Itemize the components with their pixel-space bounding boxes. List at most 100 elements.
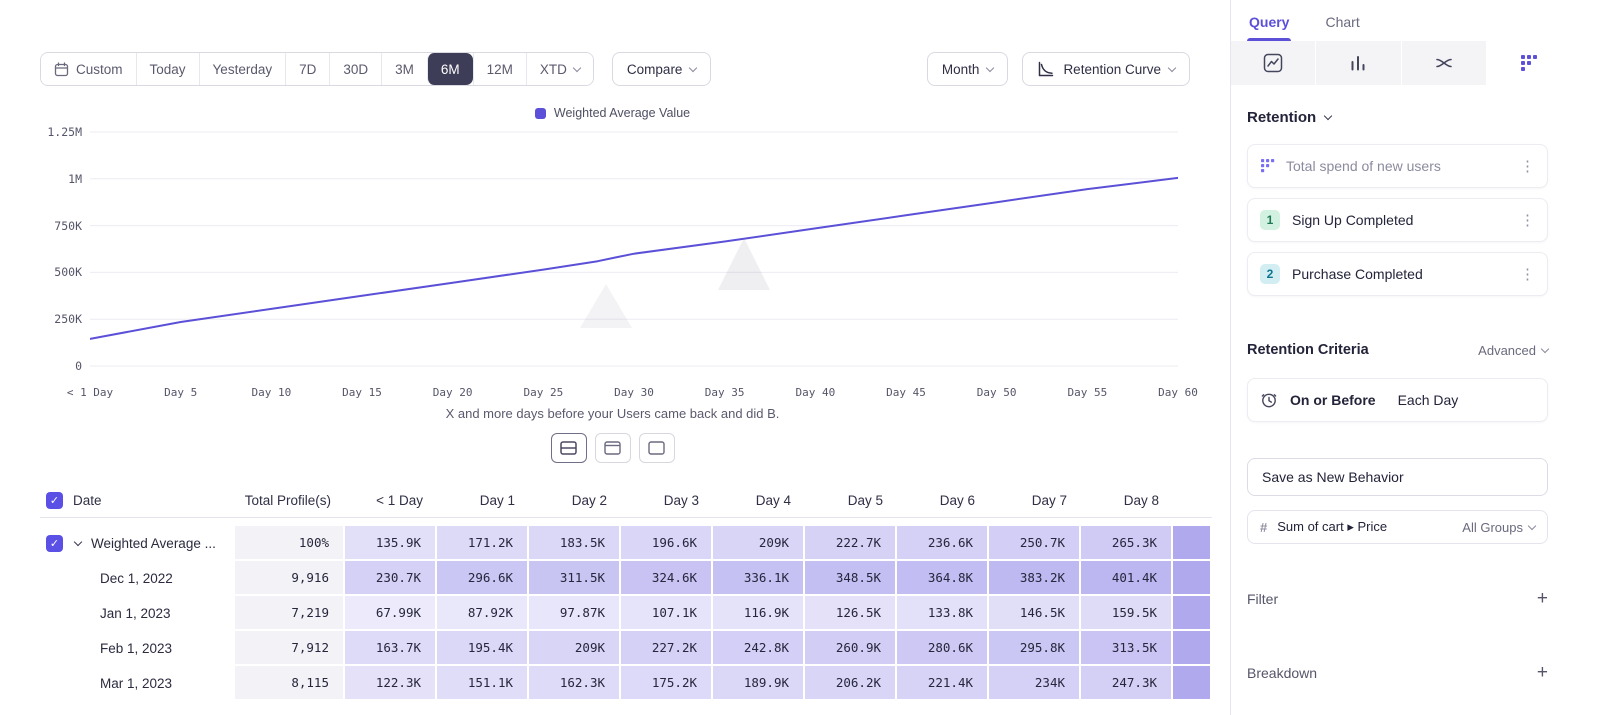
range-button-custom[interactable]: Custom <box>41 53 136 85</box>
criteria-card[interactable]: On or Before Each Day <box>1247 378 1548 422</box>
retention-value-cell[interactable]: 280.6K <box>897 631 989 666</box>
select-all-checkbox[interactable]: ✓ <box>46 492 63 509</box>
retention-value-cell[interactable]: 265.3K <box>1081 526 1173 561</box>
x-axis-labels: < 1 DayDay 5Day 10Day 15Day 20Day 25Day … <box>40 386 1185 404</box>
tab-query[interactable]: Query <box>1249 14 1289 41</box>
retention-value-cell[interactable]: 234K <box>989 666 1081 701</box>
retention-value-cell[interactable]: 401.4K <box>1081 561 1173 596</box>
query-sidebar: Query Chart <box>1230 0 1600 715</box>
kebab-menu-icon[interactable]: ⋮ <box>1520 159 1535 174</box>
retention-value-cell[interactable]: 151.1K <box>437 666 529 701</box>
retention-value-cell[interactable]: 116.9K <box>713 596 805 631</box>
retention-value-cell[interactable]: 230.7K <box>345 561 437 596</box>
retention-value-cell[interactable]: 87.92K <box>437 596 529 631</box>
retention-step-2[interactable]: 2Purchase Completed⋮ <box>1247 252 1548 296</box>
range-button-30d[interactable]: 30D <box>329 53 381 85</box>
chart-type-dropdown[interactable]: Retention Curve <box>1022 52 1190 86</box>
report-type-funnels[interactable] <box>1316 41 1401 85</box>
report-type-retention[interactable] <box>1487 41 1572 85</box>
clock-icon <box>1260 391 1278 409</box>
retention-value-cell[interactable]: 209K <box>529 631 621 666</box>
advanced-toggle[interactable]: Advanced <box>1478 343 1548 358</box>
retention-value-cell[interactable]: 311.5K <box>529 561 621 596</box>
criteria-value: Each Day <box>1398 392 1459 408</box>
retention-value-cell[interactable]: 175.2K <box>621 666 713 701</box>
range-button-today[interactable]: Today <box>136 53 199 85</box>
view-toggle-table-top[interactable] <box>595 433 631 463</box>
retention-value-cell[interactable]: 348.5K <box>805 561 897 596</box>
granularity-label: Month <box>942 62 980 77</box>
range-button-xtd[interactable]: XTD <box>526 53 593 85</box>
retention-value-cell[interactable]: 247.3K <box>1081 666 1173 701</box>
retention-value-cell[interactable]: 260.9K <box>805 631 897 666</box>
compare-button[interactable]: Compare <box>612 52 712 86</box>
retention-value-cell[interactable]: 171.2K <box>437 526 529 561</box>
view-toggle-table-only[interactable] <box>639 433 675 463</box>
row-label: Mar 1, 2023 <box>100 676 172 691</box>
retention-value-cell[interactable]: 336.1K <box>713 561 805 596</box>
x-tick-label: Day 25 <box>523 386 563 399</box>
retention-value-cell[interactable]: 122.3K <box>345 666 437 701</box>
retention-value-cell[interactable]: 146.5K <box>989 596 1081 631</box>
add-breakdown-button[interactable]: + <box>1537 662 1548 684</box>
report-type-flows[interactable] <box>1402 41 1487 85</box>
measure-label: Sum of cart ▸ Price <box>1277 519 1387 535</box>
row-checkbox[interactable]: ✓ <box>46 535 63 552</box>
save-behavior-button[interactable]: Save as New Behavior <box>1247 458 1548 496</box>
retention-value-cell[interactable]: 364.8K <box>897 561 989 596</box>
retention-value-cell[interactable]: 159.5K <box>1081 596 1173 631</box>
granularity-dropdown[interactable]: Month <box>927 52 1009 86</box>
retention-value-cell[interactable]: 236.6K <box>897 526 989 561</box>
retention-value-cell[interactable]: 162.3K <box>529 666 621 701</box>
retention-value-cell[interactable]: 324.6K <box>621 561 713 596</box>
retention-section-header[interactable]: Retention <box>1247 109 1548 126</box>
retention-value-cell[interactable]: 313.5K <box>1081 631 1173 666</box>
kebab-menu-icon[interactable]: ⋮ <box>1520 267 1535 282</box>
app: CustomTodayYesterday7D30D3M6M12MXTD Comp… <box>0 0 1600 715</box>
expand-chevron-icon[interactable] <box>74 538 82 546</box>
retention-value-cell[interactable]: 383.2K <box>989 561 1081 596</box>
behavior-card[interactable]: Total spend of new users ⋮ <box>1247 144 1548 188</box>
legend-swatch <box>535 108 546 119</box>
range-button-12m[interactable]: 12M <box>473 53 526 85</box>
chevron-down-icon <box>573 63 581 71</box>
kebab-menu-icon[interactable]: ⋮ <box>1520 213 1535 228</box>
retention-value-cell[interactable]: 222.7K <box>805 526 897 561</box>
retention-value-cell[interactable]: 107.1K <box>621 596 713 631</box>
clipped-column-cell <box>1173 561 1212 596</box>
retention-value-cell[interactable]: 126.5K <box>805 596 897 631</box>
add-filter-button[interactable]: + <box>1537 588 1548 610</box>
range-button-6m[interactable]: 6M <box>427 53 473 85</box>
retention-value-cell[interactable]: 183.5K <box>529 526 621 561</box>
retention-value-cell[interactable]: 250.7K <box>989 526 1081 561</box>
groups-dropdown[interactable]: All Groups <box>1462 520 1535 535</box>
retention-value-cell[interactable]: 227.2K <box>621 631 713 666</box>
retention-value-cell[interactable]: 135.9K <box>345 526 437 561</box>
retention-value-cell[interactable]: 209K <box>713 526 805 561</box>
retention-value-cell[interactable]: 295.8K <box>989 631 1081 666</box>
retention-value-cell[interactable]: 163.7K <box>345 631 437 666</box>
range-button-7d[interactable]: 7D <box>285 53 329 85</box>
retention-value-cell[interactable]: 133.8K <box>897 596 989 631</box>
tab-chart[interactable]: Chart <box>1325 14 1359 41</box>
report-type-insights[interactable] <box>1231 41 1316 85</box>
table-row: Jan 1, 20237,21967.99K87.92K97.87K107.1K… <box>40 596 1212 631</box>
retention-value-cell[interactable]: 242.8K <box>713 631 805 666</box>
retention-value-cell[interactable]: 67.99K <box>345 596 437 631</box>
retention-step-1[interactable]: 1Sign Up Completed⋮ <box>1247 198 1548 242</box>
retention-value-cell[interactable]: 97.87K <box>529 596 621 631</box>
retention-value-cell[interactable]: 195.4K <box>437 631 529 666</box>
numeric-property-icon: # <box>1260 520 1267 535</box>
retention-value-cell[interactable]: 196.6K <box>621 526 713 561</box>
retention-value-cell[interactable]: 296.6K <box>437 561 529 596</box>
retention-value-cell[interactable]: 206.2K <box>805 666 897 701</box>
range-button-3m[interactable]: 3M <box>381 53 427 85</box>
funnels-icon <box>1348 53 1368 73</box>
range-button-yesterday[interactable]: Yesterday <box>199 53 286 85</box>
retention-value-cell[interactable]: 189.9K <box>713 666 805 701</box>
retention-value-cell[interactable]: 221.4K <box>897 666 989 701</box>
measure-row[interactable]: # Sum of cart ▸ Price All Groups <box>1247 510 1548 544</box>
step-number-badge: 2 <box>1260 264 1280 284</box>
criteria-condition: On or Before <box>1290 392 1376 408</box>
view-toggle-split[interactable] <box>551 433 587 463</box>
